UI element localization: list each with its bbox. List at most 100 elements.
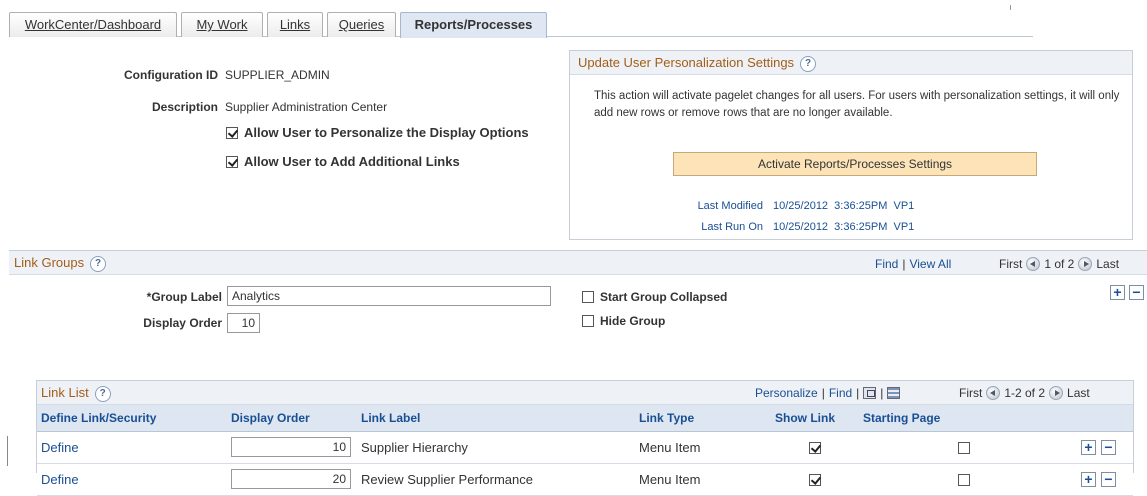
group-label-input[interactable] xyxy=(227,286,551,306)
link-label-cell: Supplier Hierarchy xyxy=(357,431,635,464)
activate-settings-button[interactable]: Activate Reports/Processes Settings xyxy=(673,152,1037,176)
show-link-checkbox[interactable] xyxy=(809,442,821,455)
show-link-checkbox[interactable] xyxy=(809,474,821,487)
start-collapsed-checkbox[interactable] xyxy=(582,291,594,303)
allow-personalize-label: Allow User to Personalize the Display Op… xyxy=(244,125,529,140)
find-link[interactable]: Find xyxy=(829,386,852,400)
first-label: First xyxy=(959,386,983,400)
remove-row-button[interactable]: − xyxy=(1101,471,1116,487)
display-order-label: Display Order xyxy=(143,316,222,330)
help-icon[interactable]: ? xyxy=(800,55,817,72)
add-group-button[interactable]: + xyxy=(1110,285,1125,300)
update-personalization-panel: Update User Personalization Settings? Th… xyxy=(569,50,1133,240)
column-header[interactable]: Define Link/Security xyxy=(37,405,227,432)
view-in-new-window-icon[interactable] xyxy=(863,387,877,399)
tab-bar: WorkCenter/Dashboard My Work Links Queri… xyxy=(9,12,1033,38)
separator: | xyxy=(880,386,884,400)
link-groups-title-text: Link Groups xyxy=(14,255,85,270)
table-row: Define 20 Review Supplier Performance Me… xyxy=(37,463,1133,496)
tab-my-work[interactable]: My Work xyxy=(181,12,263,37)
link-groups-title: Link Groups? xyxy=(14,255,107,272)
define-link[interactable]: Define xyxy=(41,440,79,455)
last-modified-value: 10/25/2012 3:36:25PM VP1 xyxy=(773,200,915,212)
download-spreadsheet-icon[interactable] xyxy=(887,387,901,399)
link-groups-nav: Find | View All xyxy=(875,257,951,271)
hide-group-checkbox[interactable] xyxy=(582,315,594,327)
divider xyxy=(1010,5,1011,10)
tab-label: Queries xyxy=(338,17,385,32)
link-list-header: Link List? Personalize | Find | | First … xyxy=(37,381,1133,405)
hide-group-label: Hide Group xyxy=(600,314,666,328)
last-run-value: 10/25/2012 3:36:25PM VP1 xyxy=(773,221,915,233)
column-header[interactable]: Display Order xyxy=(227,405,357,432)
allow-links-checkbox[interactable] xyxy=(226,155,238,168)
previous-icon[interactable] xyxy=(986,386,1001,400)
table-header-row: Define Link/Security Display Order Link … xyxy=(37,405,1133,432)
link-type-cell: Menu Item xyxy=(635,463,771,496)
starting-page-checkbox[interactable] xyxy=(958,474,970,487)
update-panel-header: Update User Personalization Settings? xyxy=(570,51,1132,75)
allow-links-label: Allow User to Add Additional Links xyxy=(244,154,460,169)
tab-workcenter-dashboard[interactable]: WorkCenter/Dashboard xyxy=(9,12,177,37)
add-row-button[interactable]: + xyxy=(1081,471,1096,487)
display-order-input[interactable] xyxy=(227,313,260,333)
group-label-label: *Group Label xyxy=(146,290,222,304)
last-label: Last xyxy=(1067,386,1090,400)
link-label-cell: Review Supplier Performance xyxy=(357,463,635,496)
add-row-button[interactable]: + xyxy=(1081,439,1096,455)
link-list-tools: Personalize | Find | | xyxy=(755,386,901,400)
config-id-label: Configuration ID xyxy=(124,68,218,82)
hide-group-option[interactable]: Hide Group xyxy=(582,314,665,328)
view-all-link[interactable]: View All xyxy=(909,257,951,271)
define-link[interactable]: Define xyxy=(41,472,79,487)
separator: | xyxy=(902,257,906,271)
link-list-title-text: Link List xyxy=(41,385,89,400)
tab-label: WorkCenter/Dashboard xyxy=(24,17,162,32)
last-run-label: Last Run On xyxy=(701,221,763,233)
column-header[interactable]: Link Label xyxy=(357,405,635,432)
separator: | xyxy=(821,386,825,400)
tab-label: Reports/Processes xyxy=(414,17,533,32)
display-order-field[interactable]: 10 xyxy=(231,437,351,457)
row-counter: 1 of 2 xyxy=(1044,257,1075,271)
link-type-cell: Menu Item xyxy=(635,431,771,464)
help-icon[interactable]: ? xyxy=(94,385,111,402)
first-label: First xyxy=(999,257,1023,271)
divider xyxy=(7,436,8,466)
start-collapsed-option[interactable]: Start Group Collapsed xyxy=(582,290,727,304)
previous-icon[interactable] xyxy=(1026,257,1041,271)
table-row: Define 10 Supplier Hierarchy Menu Item +… xyxy=(37,431,1133,464)
personalize-link[interactable]: Personalize xyxy=(755,386,818,400)
starting-page-checkbox[interactable] xyxy=(958,442,970,455)
next-icon[interactable] xyxy=(1049,386,1064,400)
display-order-field[interactable]: 20 xyxy=(231,469,351,489)
allow-personalize-checkbox[interactable] xyxy=(226,126,238,139)
help-icon[interactable]: ? xyxy=(90,255,107,272)
column-header[interactable]: Link Type xyxy=(635,405,771,432)
description-value: Supplier Administration Center xyxy=(225,100,388,114)
allow-links-option[interactable]: Allow User to Add Additional Links xyxy=(226,154,460,169)
link-list-grid: Link List? Personalize | Find | | First … xyxy=(36,380,1134,496)
description-label: Description xyxy=(151,100,218,114)
row-counter: 1-2 of 2 xyxy=(1004,386,1046,400)
remove-group-button[interactable]: − xyxy=(1129,285,1144,300)
separator: | xyxy=(856,386,860,400)
column-header[interactable]: Show Link xyxy=(771,405,859,432)
find-link[interactable]: Find xyxy=(875,257,898,271)
link-list-pager: First 1-2 of 2 Last xyxy=(959,386,1090,400)
remove-row-button[interactable]: − xyxy=(1101,439,1116,455)
allow-personalize-option[interactable]: Allow User to Personalize the Display Op… xyxy=(226,125,529,140)
tab-links[interactable]: Links xyxy=(267,12,323,37)
tab-reports-processes[interactable]: Reports/Processes xyxy=(400,12,547,38)
last-modified-label: Last Modified xyxy=(697,200,763,212)
next-icon[interactable] xyxy=(1078,257,1093,271)
column-header[interactable]: Starting Page xyxy=(859,405,1069,432)
start-collapsed-label: Start Group Collapsed xyxy=(600,290,728,304)
config-id-value: SUPPLIER_ADMIN xyxy=(225,68,330,82)
link-list-title: Link List? xyxy=(41,385,111,402)
link-list-table: Define Link/Security Display Order Link … xyxy=(37,405,1133,496)
tab-queries[interactable]: Queries xyxy=(327,12,396,37)
tab-label: Links xyxy=(279,17,311,32)
tab-label: My Work xyxy=(196,17,248,32)
link-groups-pager: First 1 of 2 Last xyxy=(999,257,1119,271)
